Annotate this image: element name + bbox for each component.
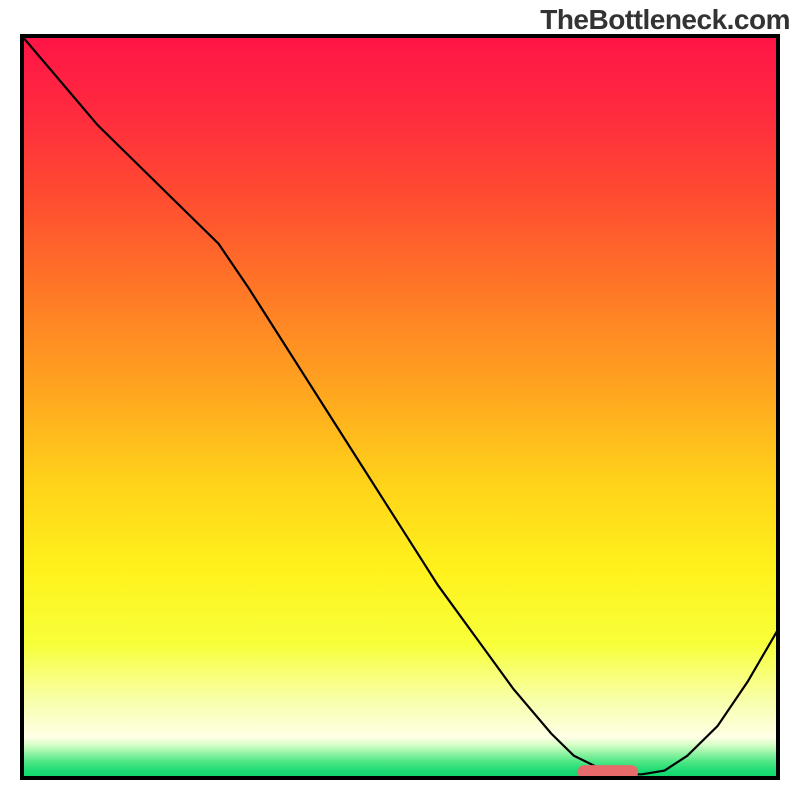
chart-frame: TheBottleneck.com: [0, 0, 800, 800]
watermark-text: TheBottleneck.com: [540, 4, 790, 36]
gradient-background: [22, 36, 778, 778]
bottleneck-chart: [0, 0, 800, 800]
plot-area: [22, 36, 778, 779]
